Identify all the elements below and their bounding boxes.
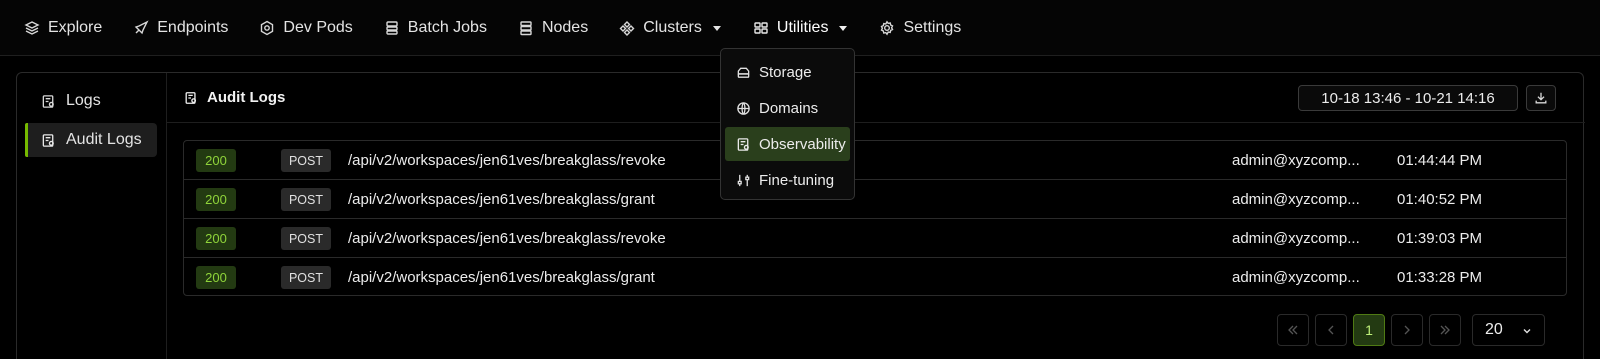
layers-icon	[24, 20, 40, 35]
audit-logs-icon	[185, 91, 197, 104]
timestamp: 01:39:03 PM	[1397, 230, 1483, 247]
content-header: Audit Logs 10-18 13:46 - 10-21 14:16	[167, 73, 1585, 123]
menu-item-label: Observability	[759, 135, 846, 153]
status-badge: 200	[196, 227, 236, 250]
chevron-down-icon	[712, 25, 721, 31]
sidebar-item-label: Logs	[66, 92, 101, 109]
user-email: admin@xyzcomp...	[1232, 230, 1360, 247]
menu-item-domains[interactable]: Domains	[725, 91, 850, 125]
nav-item-endpoints[interactable]: Endpoints	[133, 0, 228, 56]
first-page-button[interactable]	[1277, 314, 1309, 346]
stack-icon	[386, 20, 398, 35]
hexagon-icon	[261, 20, 274, 35]
prev-page-button[interactable]	[1315, 314, 1347, 346]
request-path: /api/v2/workspaces/jen61ves/breakglass/g…	[348, 269, 655, 286]
nav-item-nodes[interactable]: Nodes	[518, 0, 588, 56]
grid-icon	[754, 21, 768, 34]
request-path: /api/v2/workspaces/jen61ves/breakglass/r…	[348, 152, 666, 169]
menu-item-observability[interactable]: Observability	[725, 127, 850, 161]
chevron-down-icon	[839, 25, 848, 31]
menu-item-storage[interactable]: Storage	[725, 55, 850, 89]
method-badge: POST	[281, 149, 331, 172]
page-title-text: Audit Logs	[207, 89, 286, 106]
nav-label: Dev Pods	[283, 18, 353, 36]
date-range-text: 10-18 13:46 - 10-21 14:16	[1321, 89, 1495, 107]
status-badge: 200	[196, 266, 236, 289]
chevron-down-icon	[1523, 329, 1531, 334]
download-button[interactable]	[1526, 85, 1556, 111]
nav-item-batch-jobs[interactable]: Batch Jobs	[384, 0, 487, 56]
nav-label: Clusters	[643, 18, 702, 36]
nav-label: Settings	[903, 18, 962, 36]
observability-icon	[737, 137, 749, 151]
utilities-dropdown-menu: Storage Domains Observability Fine-tunin…	[720, 48, 855, 200]
storage-icon	[737, 67, 750, 78]
nav-label: Explore	[48, 18, 103, 36]
request-path: /api/v2/workspaces/jen61ves/breakglass/g…	[348, 191, 655, 208]
method-badge: POST	[281, 188, 331, 211]
page-number: 1	[1365, 322, 1373, 338]
nav-label: Utilities	[776, 18, 829, 36]
timestamp: 01:40:52 PM	[1397, 191, 1483, 208]
sidebar-item-audit-logs[interactable]: Audit Logs	[25, 123, 157, 157]
table-row[interactable]: 200 POST /api/v2/workspaces/jen61ves/bre…	[184, 141, 1566, 180]
menu-item-label: Storage	[759, 63, 812, 81]
method-badge: POST	[281, 266, 331, 289]
last-page-button[interactable]	[1429, 314, 1461, 346]
page-title: Audit Logs	[184, 89, 285, 106]
chevrons-left-icon	[1288, 325, 1298, 335]
table-row[interactable]: 200 POST /api/v2/workspaces/jen61ves/bre…	[184, 219, 1566, 258]
table-row[interactable]: 200 POST /api/v2/workspaces/jen61ves/bre…	[184, 258, 1566, 295]
nav-item-dev-pods[interactable]: Dev Pods	[259, 0, 353, 56]
status-badge: 200	[196, 149, 236, 172]
menu-item-label: Domains	[759, 99, 819, 117]
menu-item-fine-tuning[interactable]: Fine-tuning	[725, 163, 850, 197]
timestamp: 01:44:44 PM	[1397, 152, 1483, 169]
globe-icon	[737, 101, 750, 115]
user-email: admin@xyzcomp...	[1232, 152, 1360, 169]
nav-label: Nodes	[541, 18, 589, 36]
user-email: admin@xyzcomp...	[1232, 191, 1360, 208]
gear-icon	[881, 20, 894, 35]
method-badge: POST	[281, 227, 331, 250]
status-badge: 200	[196, 188, 236, 211]
nav-label: Endpoints	[157, 18, 229, 36]
logs-icon	[42, 94, 54, 108]
timestamp: 01:33:28 PM	[1397, 269, 1483, 286]
audit-logs-icon	[42, 133, 54, 147]
nav-label: Batch Jobs	[407, 18, 487, 36]
sidebar: Logs Audit Logs	[17, 73, 167, 359]
server-icon	[520, 20, 532, 35]
sidebar-item-logs[interactable]: Logs	[25, 84, 157, 118]
rocket-icon	[134, 19, 149, 34]
download-icon	[1535, 92, 1547, 104]
chevron-right-icon	[1404, 325, 1410, 335]
date-range-picker[interactable]: 10-18 13:46 - 10-21 14:16	[1298, 85, 1518, 111]
chevrons-right-icon	[1440, 325, 1450, 335]
sliders-icon	[737, 174, 750, 186]
chevron-left-icon	[1328, 325, 1334, 335]
audit-logs-table: 200 POST /api/v2/workspaces/jen61ves/bre…	[183, 140, 1567, 296]
next-page-button[interactable]	[1391, 314, 1423, 346]
table-row[interactable]: 200 POST /api/v2/workspaces/jen61ves/bre…	[184, 180, 1566, 219]
nav-item-clusters[interactable]: Clusters	[619, 0, 722, 56]
page-size-select[interactable]: 20	[1472, 314, 1545, 346]
page-size-value: 20	[1485, 321, 1503, 338]
user-email: admin@xyzcomp...	[1232, 269, 1360, 286]
cluster-icon	[619, 20, 635, 36]
sidebar-item-label: Audit Logs	[66, 131, 142, 148]
nav-item-settings[interactable]: Settings	[879, 0, 961, 56]
page-button-current[interactable]: 1	[1353, 314, 1385, 346]
request-path: /api/v2/workspaces/jen61ves/breakglass/r…	[348, 230, 666, 247]
nav-item-explore[interactable]: Explore	[24, 0, 102, 56]
menu-item-label: Fine-tuning	[759, 171, 835, 189]
